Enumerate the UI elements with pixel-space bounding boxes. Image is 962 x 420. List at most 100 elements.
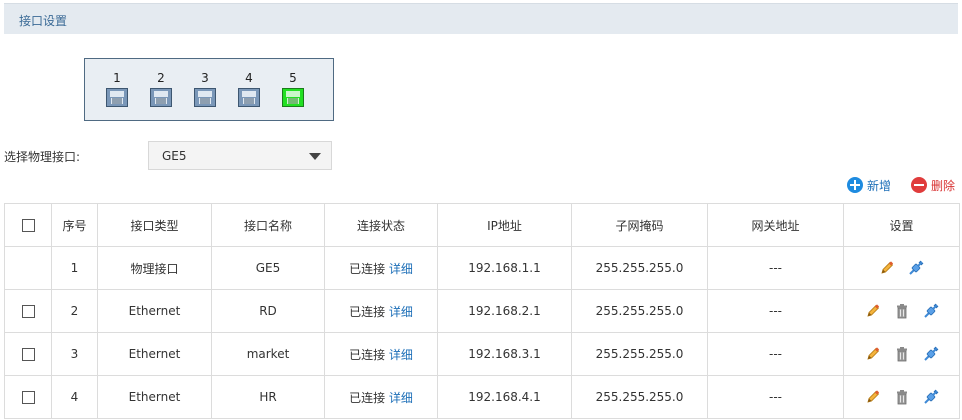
status-text: 已连接 [349, 390, 386, 405]
cell-index: 4 [51, 375, 98, 419]
port-panel: 1 2 3 4 5 [84, 58, 334, 121]
cell-ip: 192.168.3.1 [437, 332, 572, 376]
header-type: 接口类型 [97, 203, 212, 247]
minus-circle-icon [911, 177, 927, 193]
row-checkbox[interactable] [21, 305, 35, 318]
header-index: 序号 [51, 203, 98, 247]
status-text: 已连接 [349, 261, 386, 276]
ethernet-port-icon [150, 88, 172, 107]
table-header-row: 序号 接口类型 接口名称 连接状态 IP地址 子网掩码 网关地址 设置 [4, 203, 960, 247]
cell-gateway: --- [707, 246, 844, 290]
cell-index: 2 [51, 289, 98, 333]
cell-type: Ethernet [97, 332, 212, 376]
connect-plug-icon[interactable] [908, 260, 924, 276]
select-all-cell[interactable] [4, 203, 52, 247]
cell-gateway: --- [707, 289, 844, 333]
detail-link[interactable]: 详细 [389, 305, 413, 319]
interface-table: 序号 接口类型 接口名称 连接状态 IP地址 子网掩码 网关地址 设置 1 物理… [4, 203, 960, 419]
ethernet-port-icon [194, 88, 216, 107]
row-checkbox-cell[interactable] [4, 289, 52, 333]
cell-name: GE5 [211, 246, 325, 290]
cell-name: RD [211, 289, 325, 333]
cell-name: HR [211, 375, 325, 419]
chevron-down-icon [309, 153, 321, 160]
cell-mask: 255.255.255.0 [571, 246, 708, 290]
cell-name: market [211, 332, 325, 376]
cell-settings [843, 375, 960, 419]
cell-index: 3 [51, 332, 98, 376]
detail-link[interactable]: 详细 [389, 348, 413, 362]
plus-circle-icon [847, 177, 863, 193]
checkbox-cell-empty [4, 246, 52, 290]
cell-mask: 255.255.255.0 [571, 332, 708, 376]
port-4[interactable]: 4 [237, 71, 261, 107]
header-ip: IP地址 [437, 203, 572, 247]
port-3[interactable]: 3 [193, 71, 217, 107]
status-text: 已连接 [349, 304, 386, 319]
port-1[interactable]: 1 [105, 71, 129, 107]
cell-type: 物理接口 [97, 246, 212, 290]
cell-settings [843, 332, 960, 376]
port-2[interactable]: 2 [149, 71, 173, 107]
detail-link[interactable]: 详细 [389, 262, 413, 276]
table-row: 1 物理接口 GE5 已连接 详细 192.168.1.1 255.255.25… [4, 246, 960, 290]
cell-index: 1 [51, 246, 98, 290]
port-5[interactable]: 5 [281, 71, 305, 107]
header-name: 接口名称 [211, 203, 325, 247]
connect-plug-icon[interactable] [923, 346, 939, 362]
port-number: 1 [113, 71, 121, 85]
header-gateway: 网关地址 [707, 203, 844, 247]
row-checkbox[interactable] [21, 391, 35, 404]
section-title: 接口设置 [19, 14, 68, 28]
section-header: 接口设置 [4, 3, 958, 34]
interface-select-value: GE5 [162, 149, 187, 163]
port-number: 4 [245, 71, 253, 85]
header-status: 连接状态 [324, 203, 438, 247]
trash-icon[interactable] [894, 389, 910, 405]
edit-pencil-icon[interactable] [879, 260, 895, 276]
cell-settings [843, 246, 960, 290]
cell-settings [843, 289, 960, 333]
header-mask: 子网掩码 [571, 203, 708, 247]
trash-icon[interactable] [894, 303, 910, 319]
ethernet-port-active-icon [282, 88, 304, 107]
edit-pencil-icon[interactable] [865, 303, 881, 319]
row-checkbox-cell[interactable] [4, 332, 52, 376]
cell-gateway: --- [707, 375, 844, 419]
select-all-checkbox[interactable] [21, 219, 35, 232]
status-text: 已连接 [349, 347, 386, 362]
delete-button[interactable]: 删除 [911, 176, 955, 194]
cell-ip: 192.168.1.1 [437, 246, 572, 290]
cell-gateway: --- [707, 332, 844, 376]
port-number: 5 [289, 71, 297, 85]
connect-plug-icon[interactable] [923, 303, 939, 319]
edit-pencil-icon[interactable] [865, 389, 881, 405]
port-number: 2 [157, 71, 165, 85]
table-row: 4 Ethernet HR 已连接 详细 192.168.4.1 255.255… [4, 375, 960, 419]
edit-pencil-icon[interactable] [865, 346, 881, 362]
cell-status: 已连接 详细 [324, 246, 438, 290]
cell-ip: 192.168.4.1 [437, 375, 572, 419]
cell-status: 已连接 详细 [324, 289, 438, 333]
cell-status: 已连接 详细 [324, 332, 438, 376]
cell-type: Ethernet [97, 375, 212, 419]
cell-mask: 255.255.255.0 [571, 289, 708, 333]
add-button[interactable]: 新增 [847, 176, 891, 194]
cell-status: 已连接 详细 [324, 375, 438, 419]
ethernet-port-icon [106, 88, 128, 107]
cell-mask: 255.255.255.0 [571, 375, 708, 419]
trash-icon[interactable] [894, 346, 910, 362]
cell-type: Ethernet [97, 289, 212, 333]
row-checkbox-cell[interactable] [4, 375, 52, 419]
ethernet-port-icon [238, 88, 260, 107]
interface-select[interactable]: GE5 [148, 141, 332, 170]
cell-ip: 192.168.2.1 [437, 289, 572, 333]
port-number: 3 [201, 71, 209, 85]
table-row: 3 Ethernet market 已连接 详细 192.168.3.1 255… [4, 332, 960, 376]
select-interface-label: 选择物理接口: [4, 150, 81, 164]
detail-link[interactable]: 详细 [389, 391, 413, 405]
header-settings: 设置 [843, 203, 960, 247]
table-row: 2 Ethernet RD 已连接 详细 192.168.2.1 255.255… [4, 289, 960, 333]
connect-plug-icon[interactable] [923, 389, 939, 405]
row-checkbox[interactable] [21, 348, 35, 361]
